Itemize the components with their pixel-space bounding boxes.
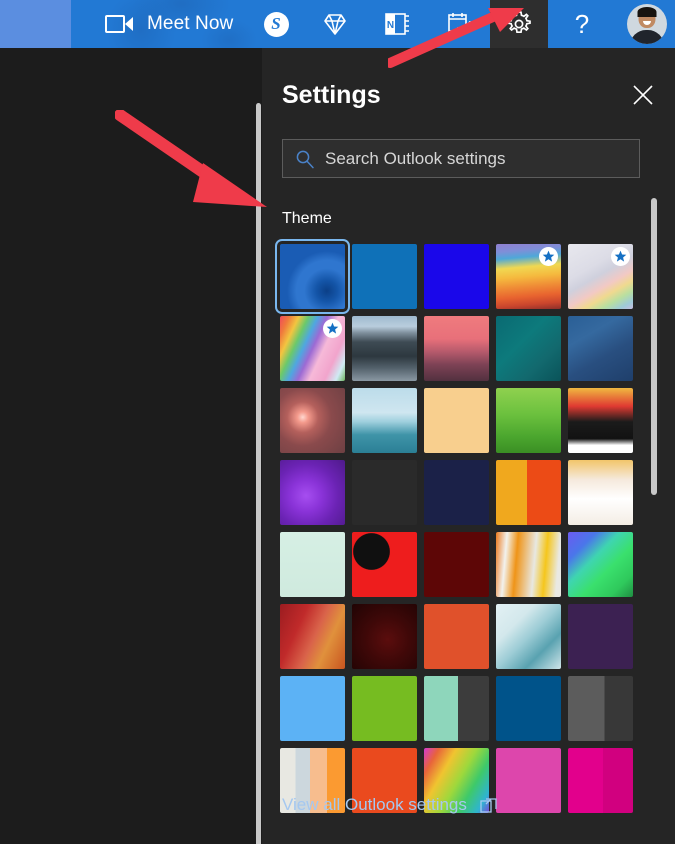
theme-thumbnail-mint-gray-split[interactable]	[424, 676, 489, 741]
meet-now-button[interactable]: Meet Now	[105, 0, 233, 48]
skype-icon: S	[263, 11, 289, 37]
theme-thumbnail-orange-star[interactable]	[424, 388, 489, 453]
diamond-icon	[324, 13, 346, 35]
theme-thumbnail-lego-bricks[interactable]	[496, 460, 561, 525]
close-settings-button[interactable]	[630, 82, 656, 108]
theme-thumbnail-red-dots[interactable]	[352, 532, 417, 597]
to-do-icon	[448, 13, 471, 34]
premium-star-icon	[611, 247, 630, 266]
settings-gear-icon-button[interactable]	[490, 0, 548, 48]
theme-thumbnail-lucky-cat[interactable]	[568, 460, 633, 525]
avatar-hair	[637, 7, 657, 17]
theme-thumbnail-steel-blue-solid[interactable]	[496, 676, 561, 741]
theme-thumbnail-grid	[275, 239, 640, 813]
avatar-shoulders	[630, 30, 664, 44]
theme-thumbnail-dark-blank[interactable]	[352, 460, 417, 525]
svg-text:N: N	[387, 20, 394, 31]
diamond-icon-button[interactable]	[306, 0, 364, 48]
theme-thumbnail-red-glow[interactable]	[280, 388, 345, 453]
theme-thumbnail-blue-topography[interactable]	[275, 239, 350, 314]
help-icon-button[interactable]: ?	[553, 0, 611, 48]
theme-thumbnail-circuit-board[interactable]	[496, 316, 561, 381]
theme-thumbnail-unicorn[interactable]	[280, 316, 345, 381]
theme-thumbnail-pink-solid[interactable]	[496, 748, 561, 813]
top-navigation-bar: Meet Now S N ?	[0, 0, 675, 48]
theme-thumbnail-orange-solid[interactable]	[424, 604, 489, 669]
theme-thumbnail-green-solid[interactable]	[352, 676, 417, 741]
theme-thumbnail-magenta-split[interactable]	[568, 748, 633, 813]
open-in-new-window-icon	[480, 797, 497, 813]
theme-thumbnail-dark-maroon[interactable]	[352, 604, 417, 669]
to-do-icon-button[interactable]	[431, 0, 489, 48]
theme-thumbnail-blueprint[interactable]	[568, 316, 633, 381]
settings-panel-title: Settings	[282, 81, 381, 109]
settings-gear-icon	[507, 11, 531, 34]
view-all-settings-label: View all Outlook settings	[282, 795, 467, 814]
theme-thumbnail-dark-red-solid[interactable]	[424, 532, 489, 597]
theme-section-label: Theme	[282, 210, 332, 227]
close-icon	[633, 85, 653, 105]
search-icon	[296, 150, 314, 168]
premium-star-icon	[539, 247, 558, 266]
theme-thumbnail-purple-haze[interactable]	[280, 460, 345, 525]
theme-thumbnail-rainbow-waves[interactable]	[496, 244, 561, 309]
theme-thumbnail-deep-purple-solid[interactable]	[568, 604, 633, 669]
account-avatar[interactable]	[627, 4, 667, 44]
view-all-outlook-settings-link[interactable]: View all Outlook settings	[282, 795, 497, 815]
theme-thumbnail-green-bubbles[interactable]	[496, 388, 561, 453]
theme-thumbnail-bright-blue[interactable]	[424, 244, 489, 309]
theme-thumbnail-green-blue-shapes[interactable]	[568, 532, 633, 597]
theme-thumbnail-sky-blue-solid[interactable]	[280, 676, 345, 741]
onenote-icon-button[interactable]: N	[369, 0, 427, 48]
premium-star-icon	[323, 319, 342, 338]
onenote-icon: N	[385, 13, 409, 35]
theme-thumbnail-rainbow-swoosh-light[interactable]	[568, 244, 633, 309]
theme-thumbnail-traffic-cones[interactable]	[496, 532, 561, 597]
theme-thumbnail-red-black-geometry[interactable]	[568, 388, 633, 453]
settings-flyout-panel: Settings Search Outlook settings Theme V…	[262, 48, 675, 844]
theme-thumbnail-gray-split[interactable]	[568, 676, 633, 741]
theme-thumbnail-teal-hexagons[interactable]	[496, 604, 561, 669]
search-settings-field[interactable]: Search Outlook settings	[282, 139, 640, 178]
mail-list-scrollbar[interactable]	[256, 103, 261, 844]
settings-scrollbar[interactable]	[651, 198, 657, 495]
theme-thumbnail-red-wood[interactable]	[280, 604, 345, 669]
skype-icon-button[interactable]: S	[247, 0, 305, 48]
search-settings-placeholder: Search Outlook settings	[325, 148, 506, 168]
meet-now-label: Meet Now	[147, 13, 234, 34]
topbar-left-accent-block	[0, 0, 71, 48]
theme-thumbnail-palm-sunset[interactable]	[424, 316, 489, 381]
video-camera-icon	[105, 15, 133, 33]
outlook-web-app: Meet Now S N ? Settings Search Outlook s…	[0, 0, 675, 844]
help-icon: ?	[574, 8, 590, 39]
theme-thumbnail-mountain-coast[interactable]	[352, 316, 417, 381]
theme-thumbnail-solid-blue[interactable]	[352, 244, 417, 309]
theme-thumbnail-mint-chevron[interactable]	[280, 532, 345, 597]
theme-thumbnail-boat-sea[interactable]	[352, 388, 417, 453]
theme-thumbnail-navy-solid[interactable]	[424, 460, 489, 525]
